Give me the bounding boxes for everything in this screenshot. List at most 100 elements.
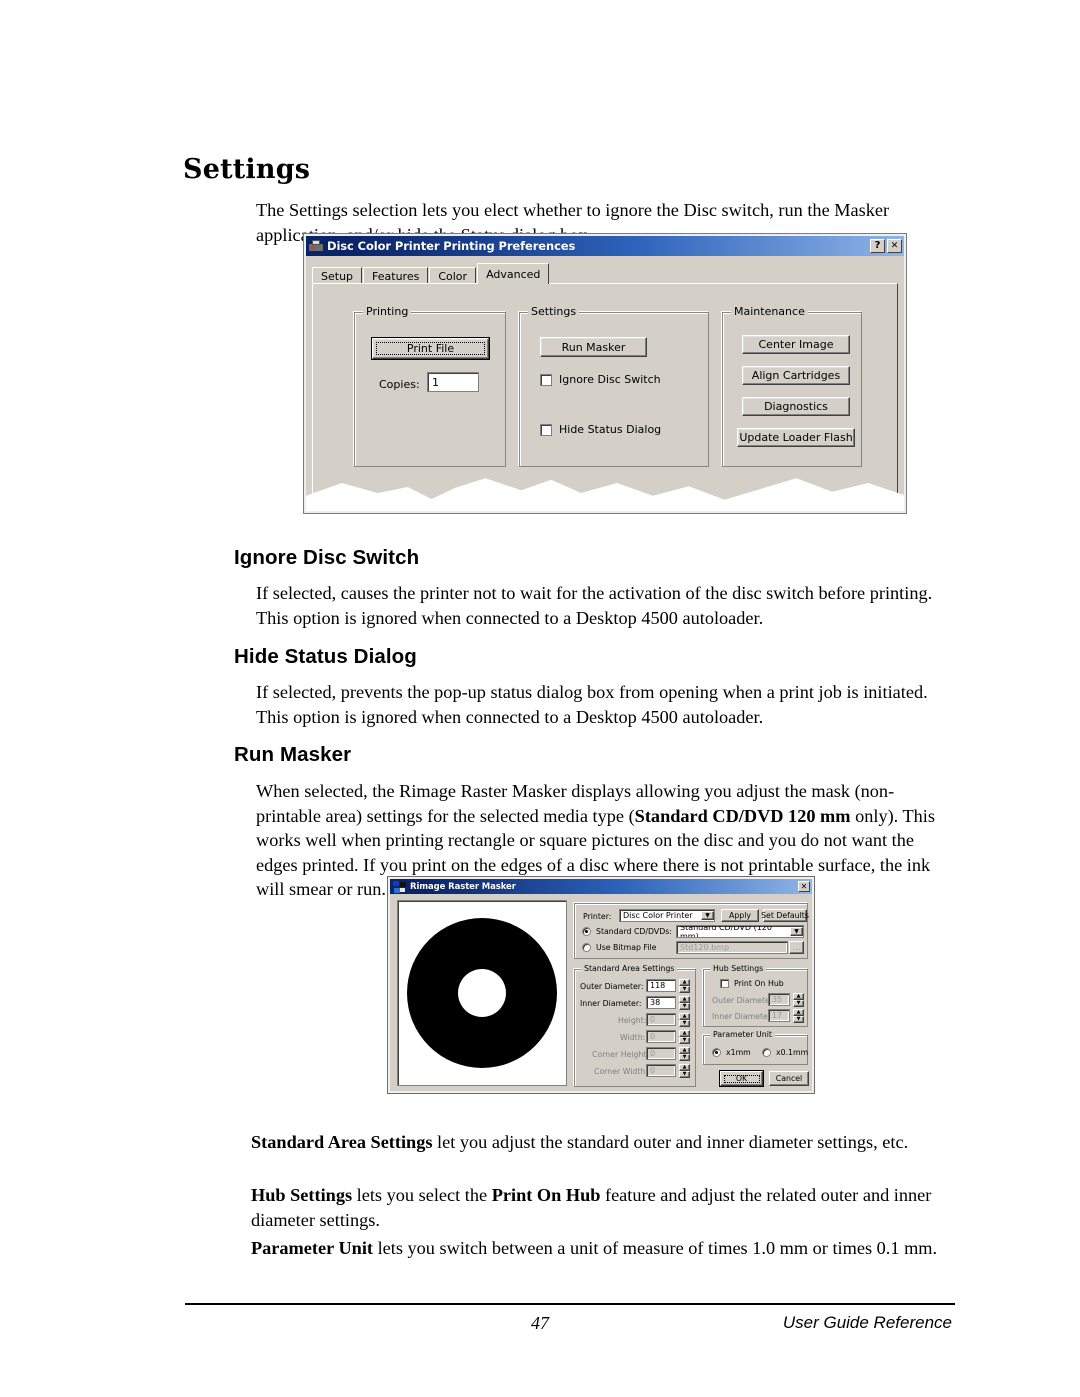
printing-group-title: Printing [363,305,412,318]
corner-width-spinner[interactable]: ▲ ▼ [679,1064,690,1078]
paragraph-standard-area-settings: Standard Area Settings let you adjust th… [251,1130,961,1155]
set-defaults-label: Set Defaults [761,911,809,920]
radio-icon [712,1048,721,1057]
browse-button[interactable]: ... [789,941,804,954]
inner-diameter-label: Inner Diameter: [580,999,642,1008]
standard-area-settings-group: Standard Area Settings Outer Diameter: 1… [574,964,696,1087]
printer-combo[interactable]: Disc Color Printer ▼ [619,909,715,922]
ok-label: OK [723,1074,760,1083]
heading-hide-status-dialog: Hide Status Dialog [234,645,417,668]
update-loader-flash-label: Update Loader Flash [739,431,853,444]
width-label: Width: [620,1033,646,1042]
print-file-button[interactable]: Print File [372,338,489,359]
hub-mid: lets you select the [352,1185,492,1206]
hub-outer-diameter-label: Outer Diameter: [712,996,776,1005]
update-loader-flash-button[interactable]: Update Loader Flash [737,428,855,447]
align-cartridges-button[interactable]: Align Cartridges [742,366,850,385]
hide-status-dialog-checkbox[interactable]: Hide Status Dialog [540,423,661,436]
printer-selection-group: Printer: Disc Color Printer ▼ Apply Set … [574,903,809,959]
hub-inner-diameter-input[interactable]: 17 [768,1009,790,1022]
height-input[interactable]: 0 [646,1013,676,1026]
std-area-rest: let you adjust the standard outer and in… [432,1132,909,1153]
tab-setup[interactable]: Setup [312,267,363,284]
run-masker-text-bold: Standard CD/DVD 120 mm [634,805,851,826]
std-area-bold: Standard Area Settings [251,1132,433,1153]
hub-group-title: Hub Settings [710,964,767,973]
width-input[interactable]: 0 [646,1030,676,1043]
outer-diameter-label: Outer Diameter: [580,982,644,991]
inner-diameter-input[interactable]: 38 [646,996,676,1009]
paragraph-hide-status-dialog: If selected, prevents the pop-up status … [256,682,928,727]
printing-preferences-dialog: Disc Color Printer Printing Preferences … [304,234,906,513]
close-icon[interactable]: ✕ [887,239,902,253]
hub-outer-diameter-spinner[interactable]: ▲ ▼ [793,993,804,1007]
chevron-down-icon[interactable]: ▼ [790,927,803,936]
height-label: Height: [618,1016,647,1025]
use-bitmap-file-label: Use Bitmap File [596,943,657,952]
heading-ignore-disc-switch: Ignore Disc Switch [234,546,420,569]
tab-color[interactable]: Color [429,267,477,284]
parameter-unit-x01mm-label: x0.1mm [776,1048,809,1057]
page-title: Settings [183,154,311,186]
print-on-hub-checkbox[interactable]: Print On Hub [720,979,784,988]
corner-width-label: Corner Width: [594,1067,648,1076]
ok-button[interactable]: OK [720,1071,763,1086]
diagnostics-label: Diagnostics [764,400,828,413]
footer-divider [185,1303,955,1305]
cancel-button[interactable]: Cancel [769,1071,809,1086]
hub-outer-diameter-input[interactable]: 35 [768,993,790,1006]
parameter-unit-x1mm-radio[interactable]: x1mm [712,1048,751,1057]
media-type-value: Standard CD/DVD (120 mm) [680,925,772,938]
media-type-combo[interactable]: Standard CD/DVD (120 mm) ▼ [676,925,804,938]
print-file-label: Print File [376,342,485,355]
heading-run-masker: Run Masker [234,743,352,766]
maintenance-group-title: Maintenance [731,305,808,318]
prefs-title-text: Disc Color Printer Printing Preferences [327,239,576,253]
footer-guide-label: User Guide Reference [782,1313,952,1332]
disc-preview [397,900,567,1086]
run-masker-button[interactable]: Run Masker [540,337,647,357]
width-spinner[interactable]: ▲ ▼ [679,1030,690,1044]
corner-height-input[interactable]: 0 [646,1047,676,1060]
outer-diameter-spinner[interactable]: ▲ ▼ [679,979,690,993]
chevron-down-icon[interactable]: ▼ [701,911,714,920]
ignore-disc-switch-label: Ignore Disc Switch [559,373,661,386]
prefs-title-bar: Disc Color Printer Printing Preferences … [306,236,904,256]
corner-height-label: Corner Height: [592,1050,650,1059]
inner-diameter-spinner[interactable]: ▲ ▼ [679,996,690,1010]
radio-icon [762,1048,771,1057]
run-masker-label: Run Masker [561,340,626,354]
outer-diameter-input[interactable]: 118 [646,979,676,992]
radio-icon [582,943,591,952]
use-bitmap-file-radio[interactable]: Use Bitmap File [582,943,656,952]
hub-bold-2: Print On Hub [491,1185,601,1206]
document-page: Settings The Settings selection lets you… [0,0,1080,1397]
tab-advanced[interactable]: Advanced [477,263,550,284]
settings-group-title: Settings [528,305,580,318]
standard-cd-dvd-radio[interactable]: Standard CD/DVDs: [582,927,672,936]
diagnostics-button[interactable]: Diagnostics [742,397,850,416]
masker-title-bar: Rimage Raster Masker ✕ [390,879,812,894]
parameter-unit-x01mm-radio[interactable]: x0.1mm [762,1048,808,1057]
hub-bold-1: Hub Settings [251,1185,353,1206]
masker-icon [393,880,406,893]
browse-label: ... [792,943,801,952]
radio-icon [582,927,591,936]
hub-inner-diameter-spinner[interactable]: ▲ ▼ [793,1009,804,1023]
disc-mask-graphic [407,918,557,1068]
corner-width-input[interactable]: 0 [646,1064,676,1077]
bitmap-file-input[interactable]: Std120.bmp [676,941,788,954]
center-image-button[interactable]: Center Image [742,335,850,354]
paragraph-parameter-unit: Parameter Unit lets you switch between a… [251,1236,951,1261]
masker-title-text: Rimage Raster Masker [410,881,516,892]
set-defaults-button[interactable]: Set Defaults [761,909,809,922]
height-spinner[interactable]: ▲ ▼ [679,1013,690,1027]
help-icon[interactable]: ? [870,239,885,253]
checkbox-box-icon [540,423,552,436]
corner-height-spinner[interactable]: ▲ ▼ [679,1047,690,1061]
close-icon[interactable]: ✕ [798,881,810,892]
ignore-disc-switch-checkbox[interactable]: Ignore Disc Switch [540,373,661,386]
apply-button[interactable]: Apply [721,909,759,922]
copies-input[interactable]: 1 [427,372,479,392]
tab-features[interactable]: Features [363,267,429,284]
